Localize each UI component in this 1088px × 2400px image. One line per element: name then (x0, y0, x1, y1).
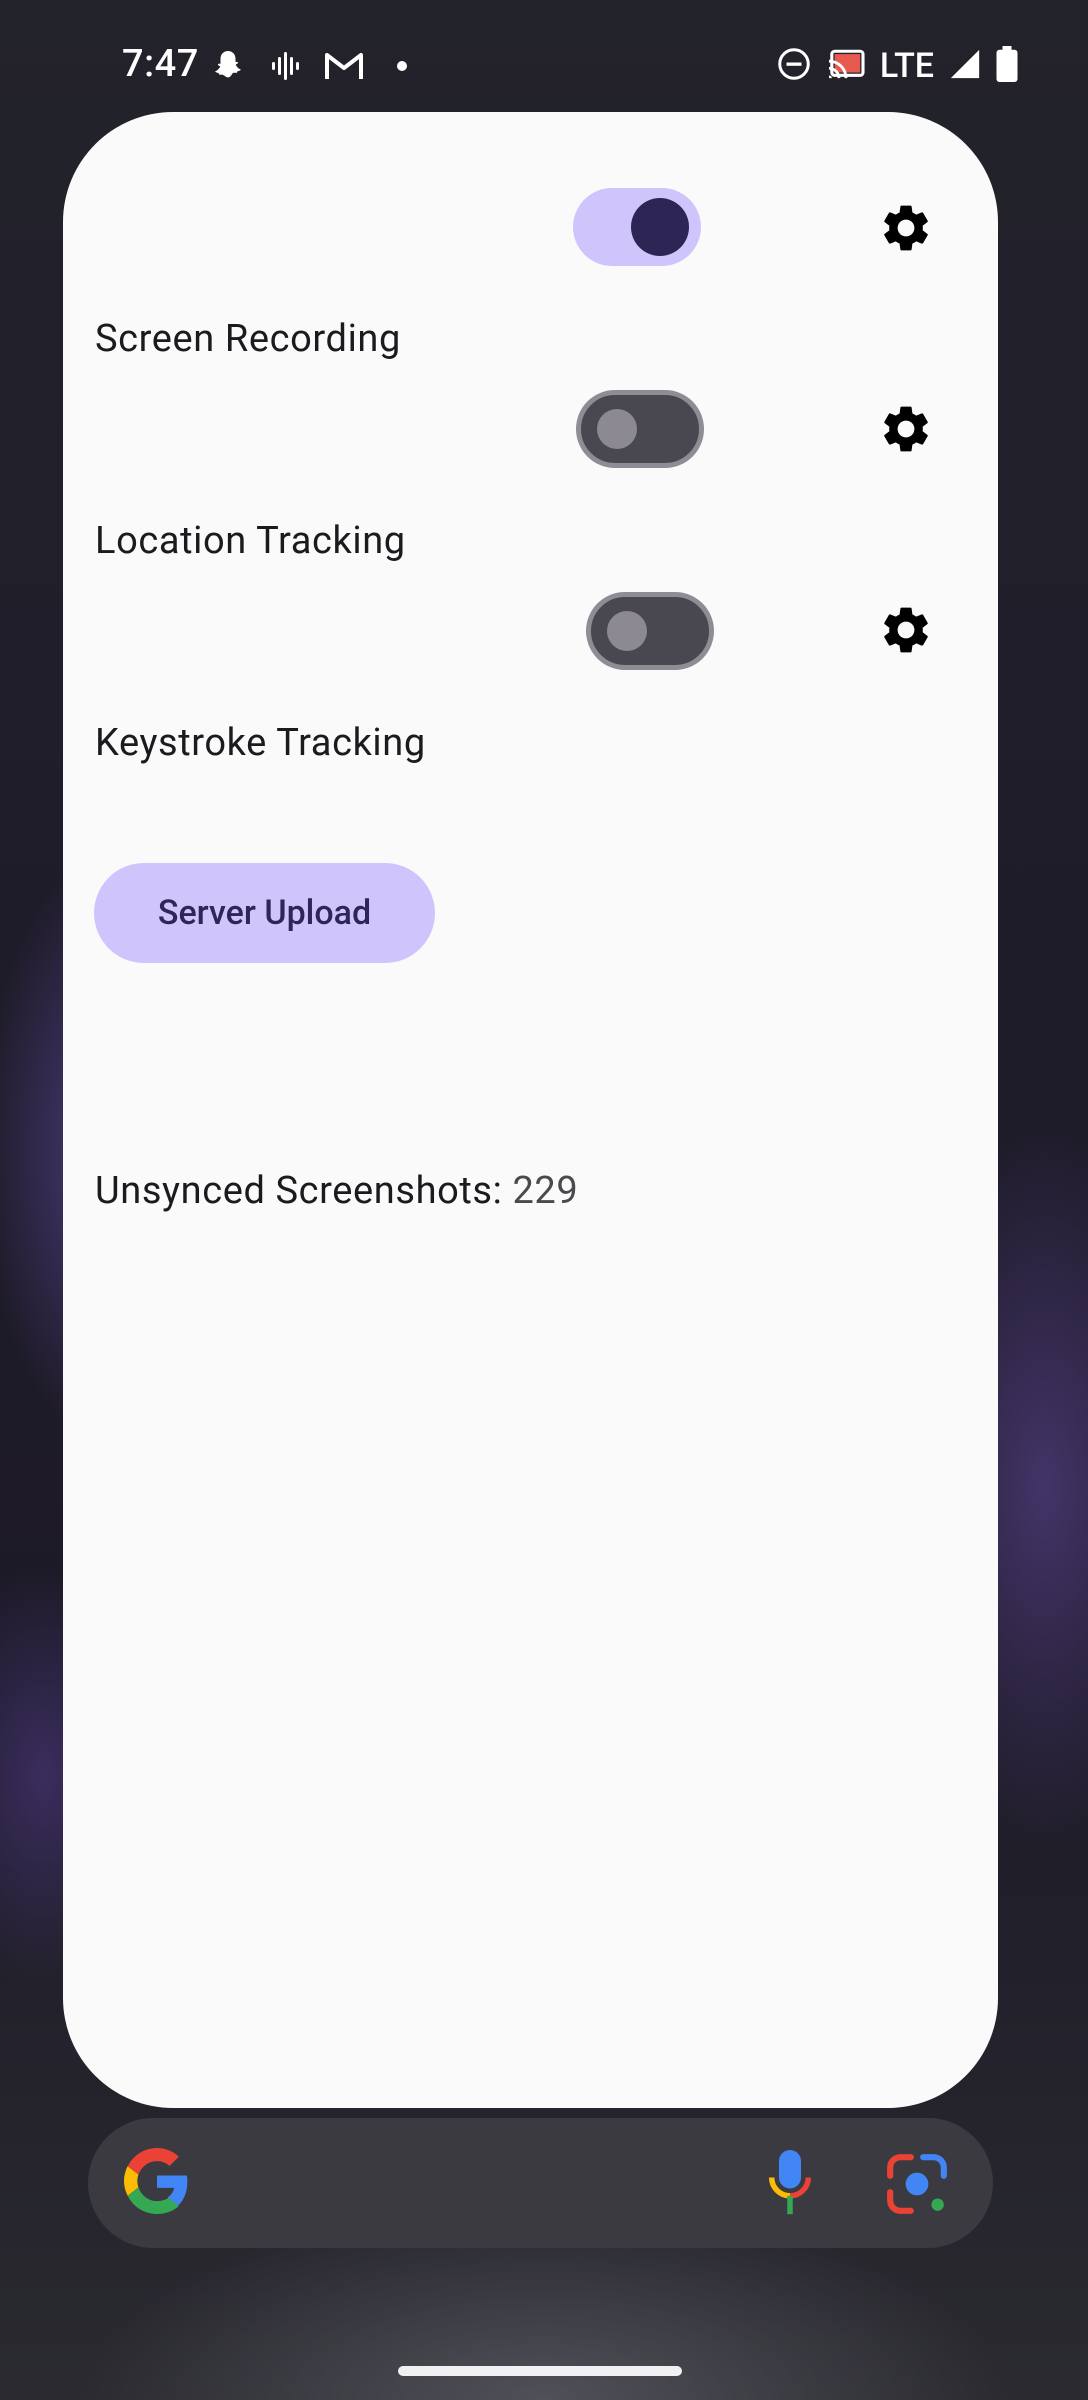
voice-recorder-icon (268, 46, 304, 86)
keystroke-tracking-label: Keystroke Tracking (95, 721, 426, 765)
toggle-knob (607, 611, 647, 651)
unsynced-label: Unsynced Screenshots: (95, 1169, 503, 1213)
google-search-bar[interactable] (88, 2118, 993, 2248)
keystroke-tracking-toggle[interactable] (586, 592, 714, 670)
snapchat-icon (208, 46, 248, 86)
google-lens-icon[interactable] (884, 2153, 950, 2215)
google-logo-icon[interactable] (124, 2148, 190, 2214)
navigation-handle[interactable] (398, 2366, 682, 2376)
screen-recording-settings-gear-icon[interactable] (878, 200, 934, 256)
location-tracking-toggle[interactable] (576, 390, 704, 468)
do-not-disturb-icon (776, 46, 812, 86)
keystroke-tracking-settings-gear-icon[interactable] (878, 602, 934, 658)
toggle-knob (597, 409, 637, 449)
gmail-icon (322, 46, 366, 86)
screen-recording-toggle[interactable] (573, 188, 701, 266)
toggle-knob (631, 198, 689, 256)
network-type: LTE (879, 46, 934, 86)
status-time: 7:47 (122, 42, 199, 86)
unsynced-count: 229 (512, 1169, 579, 1213)
server-upload-button[interactable]: Server Upload (94, 863, 435, 963)
location-tracking-label: Location Tracking (95, 519, 406, 563)
notification-dot-icon (392, 46, 412, 86)
battery-icon (996, 46, 1018, 86)
microphone-icon[interactable] (768, 2148, 812, 2218)
cast-icon (826, 47, 866, 85)
screen-recording-label: Screen Recording (95, 317, 401, 361)
location-tracking-settings-gear-icon[interactable] (878, 401, 934, 457)
signal-icon (948, 47, 982, 85)
unsynced-screenshots-text: Unsynced Screenshots: 229 (95, 1169, 578, 1213)
status-bar: 7:47 LTE (0, 0, 1088, 130)
tracking-widget-card: Screen Recording Location Tracking Keyst… (63, 112, 998, 2108)
status-right-group: LTE (776, 44, 1018, 88)
